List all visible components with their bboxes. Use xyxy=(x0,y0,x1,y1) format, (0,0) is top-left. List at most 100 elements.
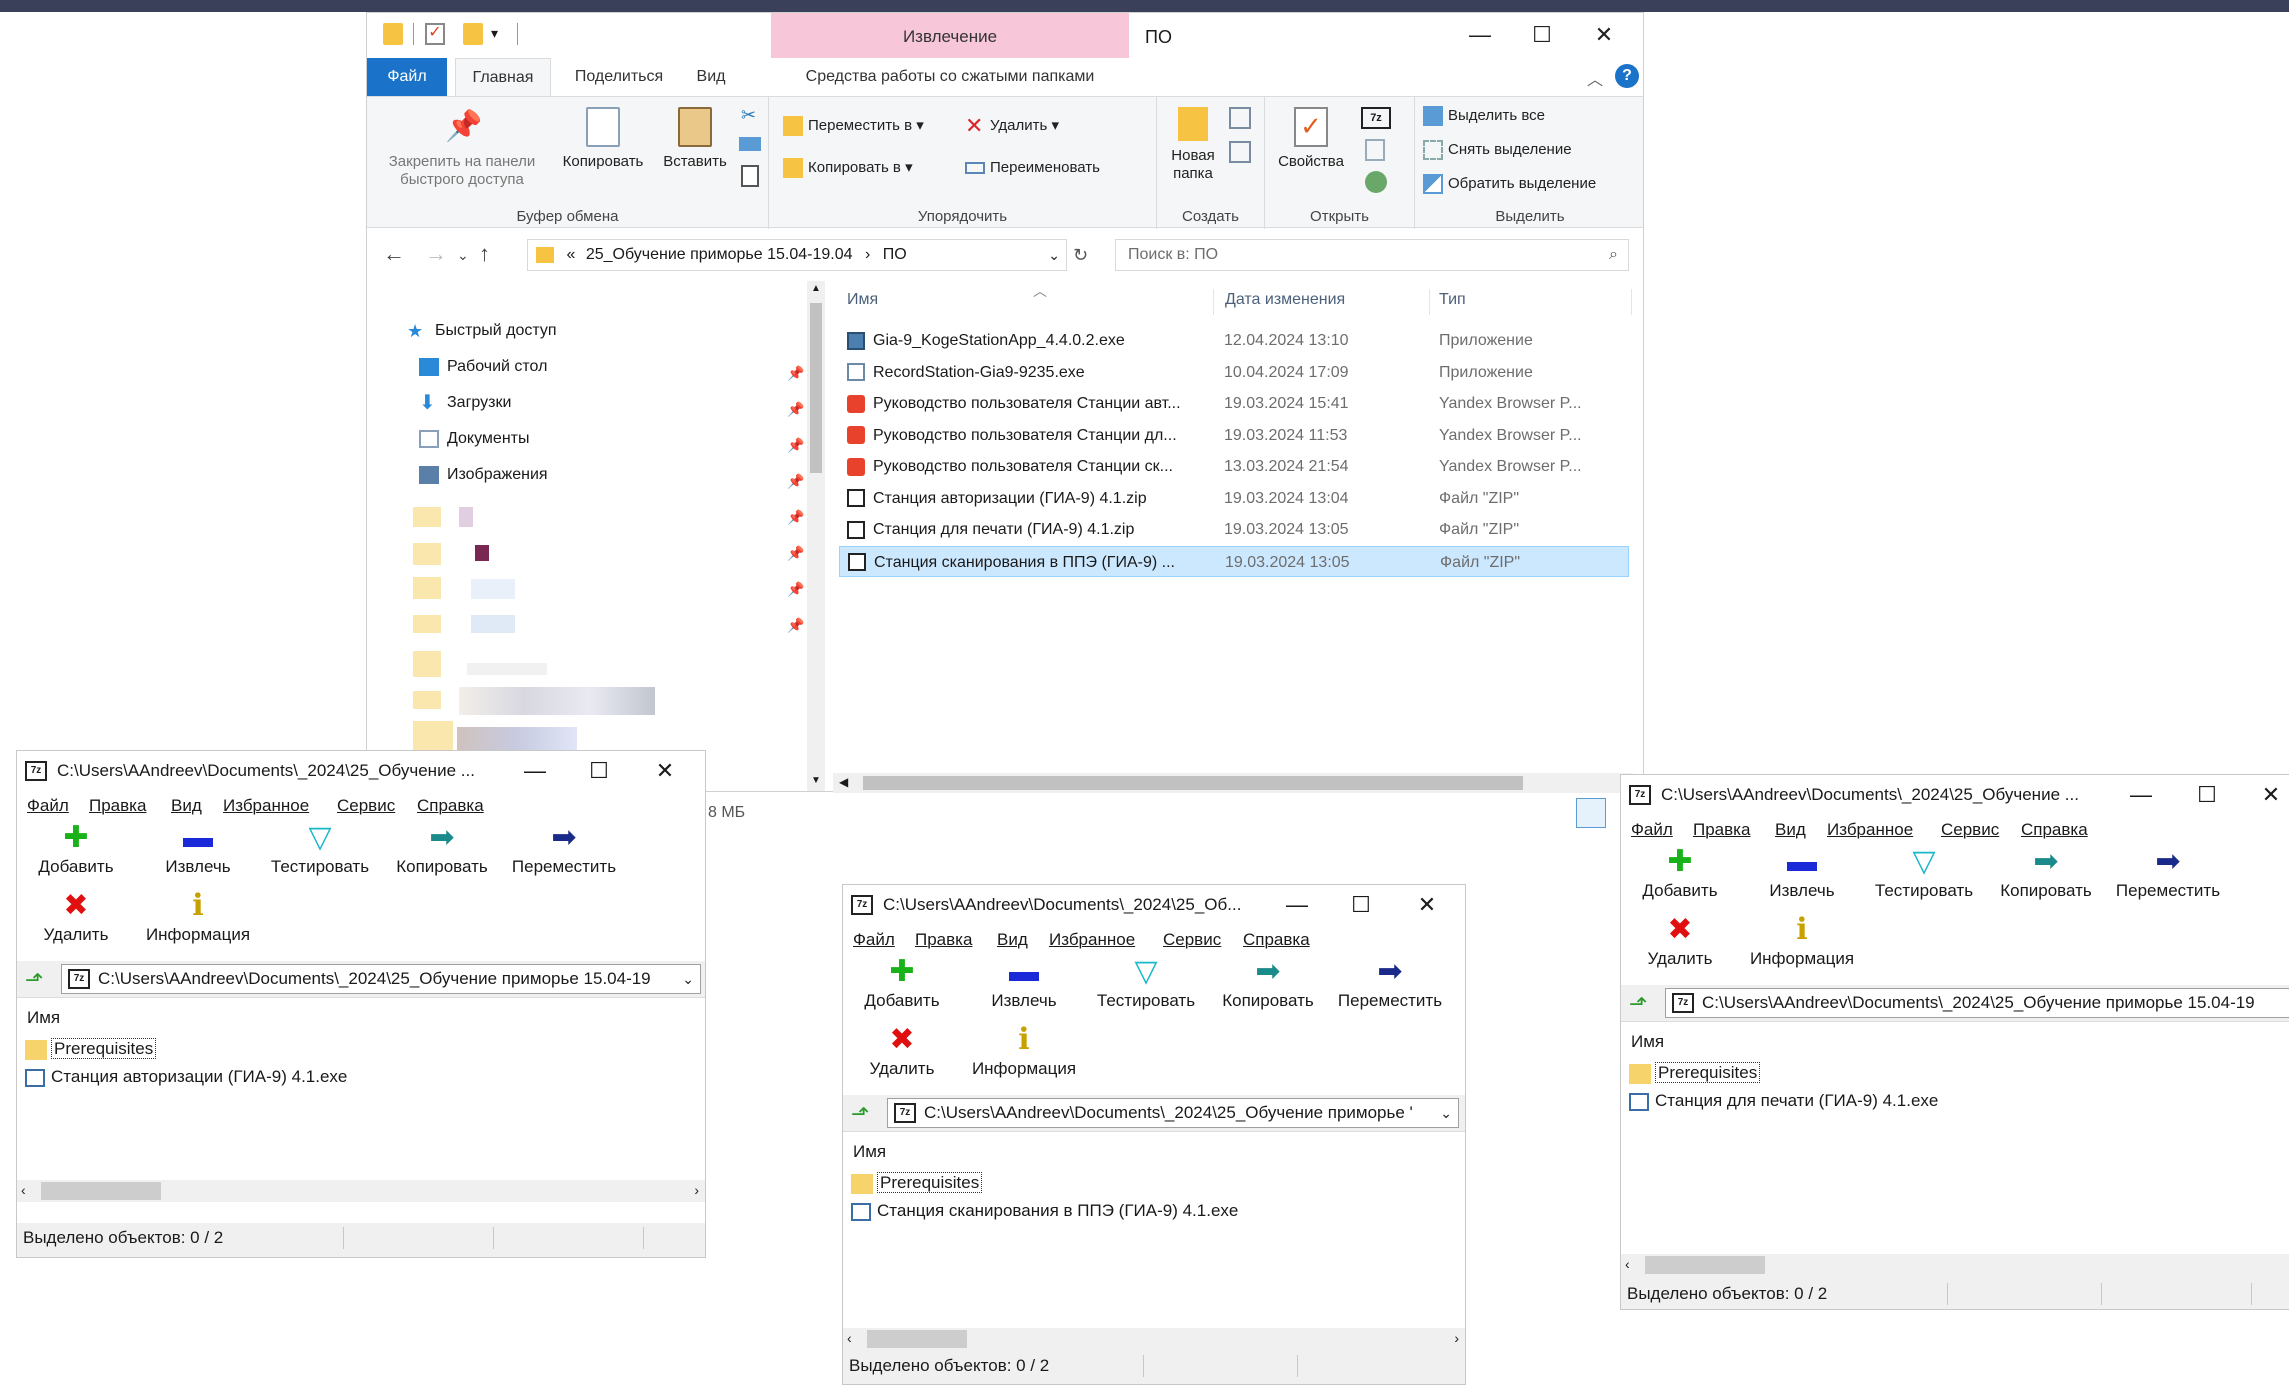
close-button[interactable]: ✕ xyxy=(2241,779,2289,811)
nav-documents[interactable]: Документы xyxy=(419,425,529,453)
menu-view[interactable]: Вид xyxy=(997,930,1028,950)
up-folder-icon[interactable]: ⬏ xyxy=(25,967,43,993)
file-row[interactable]: Gia-9_KogeStationApp_4.4.0.2.exe 12.04.20… xyxy=(839,325,1629,356)
menu-edit[interactable]: Правка xyxy=(915,930,972,950)
menu-file[interactable]: Файл xyxy=(1631,820,1673,840)
rename-button[interactable]: Переименовать xyxy=(965,155,1100,181)
menu-file[interactable]: Файл xyxy=(27,796,69,816)
menu-help[interactable]: Справка xyxy=(1243,930,1310,950)
column-divider[interactable] xyxy=(1213,289,1214,315)
list-item-folder[interactable]: Prerequisites xyxy=(1629,1060,1761,1086)
minimize-button[interactable]: — xyxy=(1449,17,1511,53)
column-header-date[interactable]: Дата изменения xyxy=(1225,291,1345,309)
delete-button[interactable]: ✖ Удалить xyxy=(847,1025,957,1079)
menu-favorites[interactable]: Избранное xyxy=(1049,930,1135,950)
move-button[interactable]: ➡ Переместить xyxy=(1335,957,1445,1011)
scrollbar-thumb[interactable] xyxy=(41,1182,161,1200)
address-bar[interactable]: « 25_Обучение приморье 15.04-19.04 › ПО … xyxy=(527,239,1067,271)
refresh-icon[interactable]: ↻ xyxy=(1073,245,1088,266)
path-dropdown-icon[interactable]: ⌄ xyxy=(1436,1099,1452,1127)
minimize-button[interactable]: — xyxy=(505,755,565,787)
nav-desktop[interactable]: Рабочий стол xyxy=(419,353,547,381)
menu-view[interactable]: Вид xyxy=(1775,820,1806,840)
extract-button[interactable]: ▬ Извлечь xyxy=(969,957,1079,1011)
move-button[interactable]: ➡ Переместить xyxy=(509,823,619,877)
edit-icon[interactable] xyxy=(1365,139,1385,161)
paste-button[interactable]: Вставить xyxy=(657,107,733,171)
new-folder-icon[interactable] xyxy=(463,23,483,45)
close-button[interactable]: ✕ xyxy=(635,755,695,787)
tab-view[interactable]: Вид xyxy=(685,58,737,96)
list-item-exe[interactable]: Станция авторизации (ГИА-9) 4.1.exe xyxy=(25,1064,347,1090)
details-view-icon[interactable] xyxy=(1576,798,1606,828)
recent-locations-chevron-icon[interactable]: ⌄ xyxy=(457,247,469,264)
minimize-button[interactable]: — xyxy=(2111,779,2171,811)
file-list-scrollbar[interactable]: ◀ xyxy=(833,773,1633,793)
open-with-7zip-icon[interactable]: 7z xyxy=(1361,107,1391,129)
menu-tools[interactable]: Сервис xyxy=(1941,820,1999,840)
file-row[interactable]: Станция сканирования в ППЭ (ГИА-9) ... 19… xyxy=(839,545,1629,577)
list-item-exe[interactable]: Станция для печати (ГИА-9) 4.1.exe xyxy=(1629,1088,1938,1114)
copy-button[interactable]: ➡ Копировать xyxy=(387,823,497,877)
horizontal-scrollbar[interactable]: ‹ › xyxy=(17,1180,705,1202)
scrollbar-thumb[interactable] xyxy=(863,776,1523,790)
up-folder-icon[interactable]: ⬏ xyxy=(851,1101,869,1127)
scroll-down-icon[interactable]: ▼ xyxy=(811,775,821,786)
paste-shortcut-icon[interactable] xyxy=(741,165,759,187)
history-icon[interactable] xyxy=(1365,171,1387,193)
tab-share[interactable]: Поделиться xyxy=(563,58,675,96)
scroll-up-icon[interactable]: ▲ xyxy=(811,283,821,294)
scroll-left-icon[interactable]: ‹ xyxy=(21,1182,26,1198)
scrollbar-thumb[interactable] xyxy=(1645,1256,1765,1274)
properties-button[interactable]: ✓ Свойства xyxy=(1271,107,1351,171)
copy-to-button[interactable]: Копировать в ▾ xyxy=(783,155,913,181)
invert-selection-button[interactable]: Обратить выделение xyxy=(1423,171,1596,197)
menu-tools[interactable]: Сервис xyxy=(1163,930,1221,950)
column-divider[interactable] xyxy=(1429,289,1430,315)
tab-home[interactable]: Главная xyxy=(455,58,551,96)
scroll-left-icon[interactable]: ‹ xyxy=(847,1330,852,1346)
menu-help[interactable]: Справка xyxy=(2021,820,2088,840)
path-input[interactable]: 7z C:\Users\AAndreev\Documents\_2024\25_… xyxy=(61,964,701,994)
column-header-name[interactable]: Имя xyxy=(1631,1032,1664,1052)
menu-file[interactable]: Файл xyxy=(853,930,895,950)
maximize-button[interactable]: ☐ xyxy=(569,755,629,787)
tab-file[interactable]: Файл xyxy=(367,58,447,96)
nav-downloads[interactable]: ⬇ Загрузки xyxy=(419,389,511,417)
breadcrumb-current[interactable]: ПО xyxy=(883,246,907,263)
navigation-scrollbar[interactable]: ▲ ▼ xyxy=(807,281,825,791)
breadcrumb-parent[interactable]: 25_Обучение приморье 15.04-19.04 xyxy=(586,246,853,263)
easy-access-icon[interactable] xyxy=(1229,141,1251,163)
scroll-right-icon[interactable]: › xyxy=(694,1182,699,1198)
copy-button[interactable]: Копировать xyxy=(555,107,651,171)
close-button[interactable]: ✕ xyxy=(1397,889,1457,921)
delete-button[interactable]: ✖ Удалить xyxy=(21,891,131,945)
scroll-left-icon[interactable]: ◀ xyxy=(839,775,848,789)
column-header-name[interactable]: Имя xyxy=(27,1008,60,1028)
new-item-icon[interactable] xyxy=(1229,107,1251,129)
file-row[interactable]: Руководство пользователя Станции дл... 19… xyxy=(839,420,1629,451)
test-button[interactable]: ▽ Тестировать xyxy=(1091,957,1201,1011)
customize-quick-access-icon[interactable]: ▾ xyxy=(491,25,498,42)
address-dropdown-icon[interactable]: ⌄ xyxy=(1048,240,1060,270)
maximize-button[interactable]: ☐ xyxy=(2177,779,2237,811)
nav-quick-access[interactable]: ★ Быстрый доступ xyxy=(407,317,557,345)
test-button[interactable]: ▽ Тестировать xyxy=(1869,847,1979,901)
copy-button[interactable]: ➡ Копировать xyxy=(1213,957,1323,1011)
minimize-button[interactable]: — xyxy=(1267,889,1327,921)
menu-favorites[interactable]: Избранное xyxy=(223,796,309,816)
select-none-button[interactable]: Снять выделение xyxy=(1423,137,1572,163)
path-dropdown-icon[interactable]: ⌄ xyxy=(678,965,694,993)
pin-to-quick-access-button[interactable]: 📌 Закрепить на панели быстрого доступа xyxy=(373,107,551,189)
column-divider[interactable] xyxy=(1631,289,1632,315)
cut-icon[interactable]: ✂ xyxy=(741,105,756,126)
scrollbar-thumb[interactable] xyxy=(867,1330,967,1348)
column-header-name[interactable]: Имя xyxy=(847,291,878,309)
close-button[interactable]: ✕ xyxy=(1573,17,1635,53)
tab-compressed-folder-tools[interactable]: Средства работы со сжатыми папками xyxy=(771,58,1129,96)
menu-tools[interactable]: Сервис xyxy=(337,796,395,816)
extract-button[interactable]: ▬ Извлечь xyxy=(143,823,253,877)
column-header-name[interactable]: Имя xyxy=(853,1142,886,1162)
move-to-button[interactable]: Переместить в ▾ xyxy=(783,113,924,139)
info-button[interactable]: ℹ Информация xyxy=(1747,915,1857,969)
